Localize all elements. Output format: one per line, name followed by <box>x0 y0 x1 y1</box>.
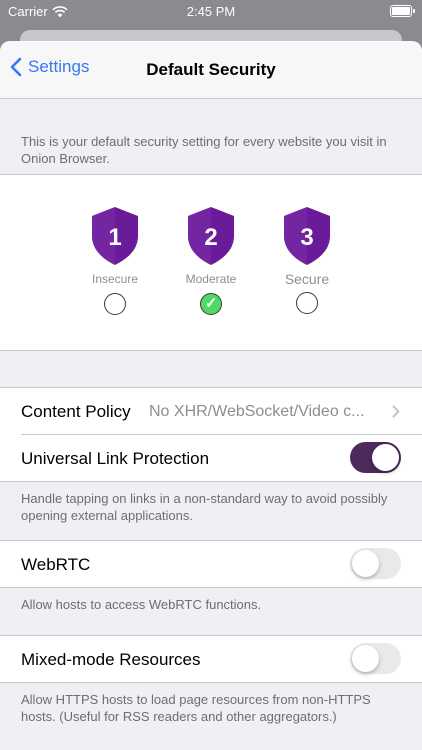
level-2-name: Moderate <box>185 272 237 286</box>
content-policy-label: Content Policy <box>21 402 131 421</box>
level-moderate[interactable]: 2 Moderate ✓ <box>171 206 251 315</box>
shield-3-icon: 3 <box>284 207 330 265</box>
shield-1-icon: 1 <box>92 207 138 265</box>
universal-link-toggle[interactable] <box>350 442 401 473</box>
chevron-right-icon <box>392 405 400 418</box>
content-group: Content Policy No XHR/WebSocket/Video c.… <box>0 387 422 482</box>
level-insecure[interactable]: 1 Insecure <box>75 206 155 315</box>
checkmark-icon: ✓ <box>204 295 218 312</box>
level-1-name: Insecure <box>91 272 139 286</box>
mixed-mode-toggle[interactable] <box>350 643 401 674</box>
navigation-bar: Settings Default Security <box>0 41 422 99</box>
mixed-mode-footer: Allow HTTPS hosts to load page resources… <box>21 692 371 724</box>
universal-link-label: Universal Link Protection <box>21 449 210 468</box>
level-3-number: 3 <box>300 224 313 251</box>
intro-description: This is your default security setting fo… <box>21 134 387 166</box>
content-policy-row[interactable]: Content Policy No XHR/WebSocket/Video c.… <box>0 388 422 434</box>
toggle-knob <box>352 550 379 577</box>
level-3-name: Secure <box>284 271 330 287</box>
toggle-knob <box>352 645 379 672</box>
webrtc-label: WebRTC <box>21 555 91 574</box>
mixed-mode-label: Mixed-mode Resources <box>21 650 201 669</box>
toggle-knob <box>372 444 399 471</box>
settings-sheet: Settings Default Security This is your d… <box>0 41 422 750</box>
battery-icon <box>390 5 415 17</box>
level-1-number: 1 <box>108 224 121 251</box>
content-policy-value: No XHR/WebSocket/Video c... <box>149 403 365 420</box>
mixed-mode-group: Mixed-mode Resources <box>0 635 422 683</box>
level-secure[interactable]: 3 Secure <box>267 206 347 314</box>
webrtc-toggle[interactable] <box>350 548 401 579</box>
shield-2-icon: 2 <box>188 207 234 265</box>
level-3-radio[interactable] <box>296 292 318 314</box>
webrtc-row: WebRTC <box>0 541 422 587</box>
level-2-number: 2 <box>204 224 217 251</box>
level-1-radio[interactable] <box>104 293 126 315</box>
level-2-radio[interactable]: ✓ <box>200 293 222 315</box>
clock: 2:45 PM <box>186 4 236 19</box>
universal-link-row: Universal Link Protection <box>0 435 422 481</box>
status-bar: Carrier 2:45 PM <box>0 0 422 24</box>
security-level-picker: 1 Insecure 2 Moderate ✓ 3 Secure <box>0 174 422 351</box>
webrtc-group: WebRTC <box>0 540 422 588</box>
universal-link-footer: Handle tapping on links in a non-standar… <box>21 491 388 523</box>
webrtc-footer: Allow hosts to access WebRTC functions. <box>21 597 262 612</box>
page-title: Default Security <box>146 60 276 79</box>
mixed-mode-row: Mixed-mode Resources <box>0 636 422 682</box>
